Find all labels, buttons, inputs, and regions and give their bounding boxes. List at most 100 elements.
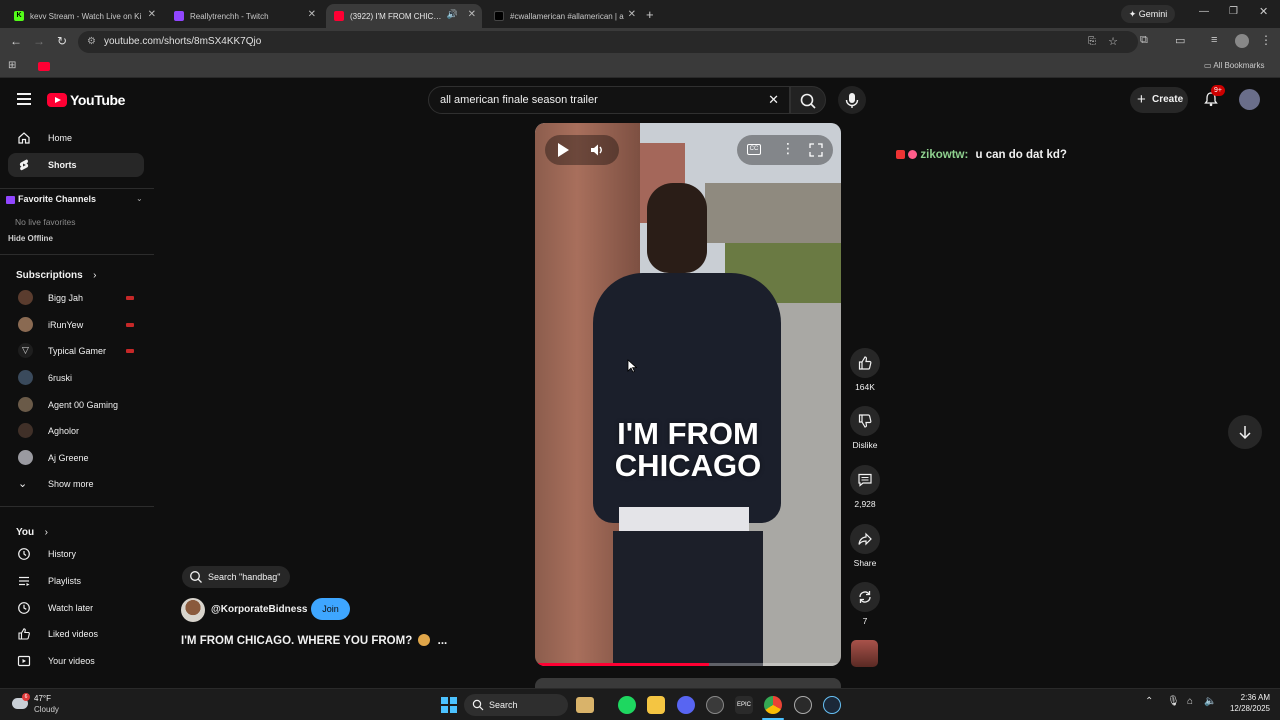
hamburger-menu-icon[interactable] — [17, 93, 31, 105]
hide-offline-toggle[interactable]: Hide Offline — [8, 234, 53, 243]
sound-thumbnail[interactable] — [851, 640, 878, 667]
youtube-play-logo-icon — [47, 93, 67, 107]
sidebar-item-subscription[interactable]: Agent 00 Gaming — [8, 393, 144, 417]
search-input[interactable]: all american finale season trailer ✕ — [428, 86, 790, 114]
remix-count: 7 — [862, 616, 868, 626]
channel-handle[interactable]: @KorporateBidness — [211, 604, 307, 615]
reload-icon[interactable]: ↻ — [57, 34, 67, 48]
back-arrow-icon[interactable]: ← — [10, 34, 22, 48]
youtube-logo[interactable]: YouTube — [47, 92, 125, 108]
browser-tab-twitch[interactable]: Reallytrenchh - Twitch ✕ — [166, 4, 322, 28]
install-app-icon[interactable]: ⎘ — [1088, 31, 1096, 53]
close-window-icon[interactable]: ✕ — [1259, 5, 1268, 18]
weather-widget[interactable]: 6 — [10, 693, 30, 713]
browser-tab-kick[interactable]: K kevv Stream - Watch Live on Ki ✕ — [6, 4, 162, 28]
notifications-button[interactable]: 9+ — [1203, 85, 1225, 107]
dislike-button[interactable]: Dislike — [848, 406, 882, 450]
search-chip[interactable]: Search "handbag" — [182, 566, 291, 588]
sidebar-item-watch-later[interactable]: Watch later — [8, 596, 144, 620]
join-button[interactable]: Join — [311, 598, 350, 620]
network-icon[interactable]: ⌂ — [1187, 696, 1193, 707]
play-icon[interactable] — [558, 143, 569, 157]
captions-icon[interactable]: CC — [747, 144, 761, 155]
windows-start-icon[interactable] — [440, 696, 458, 714]
sidebar-item-subscription[interactable]: ▽ Typical Gamer — [8, 339, 144, 363]
favorite-channels-header[interactable]: Favorite Channels ⌄ — [6, 194, 146, 208]
steam-icon[interactable] — [823, 696, 841, 714]
site-info-icon[interactable]: ⚙ — [87, 31, 96, 53]
extensions-icon[interactable]: ⧉ — [1140, 34, 1148, 47]
gemini-label: Gemini — [1138, 9, 1168, 19]
forward-arrow-icon[interactable]: → — [33, 34, 45, 48]
chevron-down-icon[interactable]: ⌄ — [136, 194, 143, 203]
title-more[interactable]: ... — [438, 635, 448, 647]
next-short-preview[interactable] — [535, 678, 841, 688]
show-more-button[interactable]: ⌄ Show more — [8, 472, 144, 496]
chevron-up-icon[interactable]: ⌃ — [1145, 696, 1153, 707]
sidebar-item-home[interactable]: Home — [8, 126, 144, 150]
progress-track[interactable] — [535, 663, 841, 666]
sidebar-item-subscription[interactable]: Bigg Jah — [8, 286, 144, 310]
file-explorer-icon[interactable] — [647, 696, 665, 714]
url-input[interactable]: ⚙ youtube.com/shorts/8mSX4KK7Qjo ⎘ ☆ — [78, 31, 1138, 53]
sidebar-item-your-videos[interactable]: Your videos — [8, 649, 144, 673]
share-button[interactable]: Share — [848, 524, 882, 568]
search-button[interactable] — [790, 86, 826, 114]
tab-close-icon[interactable]: ✕ — [148, 9, 156, 20]
app-icon[interactable] — [706, 696, 724, 714]
minimize-icon[interactable]: — — [1199, 6, 1209, 17]
subscriptions-header[interactable]: Subscriptions › — [16, 265, 96, 283]
plus-icon: + — [1137, 91, 1146, 108]
sidebar-item-subscription[interactable]: Agholor — [8, 419, 144, 443]
profile-avatar[interactable] — [1235, 34, 1249, 48]
short-video-player[interactable]: I'M FROM CHICAGO CC ⋮ — [535, 123, 841, 666]
all-bookmarks[interactable]: ▭ All Bookmarks — [1204, 61, 1264, 70]
sidebar-item-subscription[interactable]: 6ruski — [8, 366, 144, 390]
you-header[interactable]: You › — [16, 522, 48, 540]
restore-icon[interactable]: ❐ — [1229, 6, 1238, 17]
bookmark-star-icon[interactable]: ☆ — [1108, 31, 1118, 53]
spotify-icon[interactable] — [618, 696, 636, 714]
epic-games-icon[interactable]: EPIC — [735, 696, 753, 714]
create-button[interactable]: + Create — [1130, 87, 1188, 113]
voice-search-button[interactable] — [838, 86, 866, 114]
apps-grid-icon[interactable]: ⊞ — [8, 60, 16, 71]
clear-search-icon[interactable]: ✕ — [768, 87, 779, 113]
sidebar-item-subscription[interactable]: iRunYew — [8, 313, 144, 337]
like-button[interactable]: 164K — [848, 348, 882, 392]
taskbar-search-box[interactable]: Search — [464, 694, 594, 716]
discord-icon[interactable] — [677, 696, 695, 714]
browser-tab-tiktok[interactable]: #cwallamerican #allamerican | a ✕ — [486, 4, 642, 28]
side-panel-icon[interactable]: ▭ — [1175, 34, 1185, 47]
fullscreen-icon[interactable] — [809, 143, 823, 157]
speaker-icon[interactable]: 🔊 — [447, 9, 458, 20]
youtube-logo-text: YouTube — [70, 92, 126, 108]
tab-close-icon[interactable]: ✕ — [468, 9, 476, 20]
sidebar-item-subscription[interactable]: Aj Greene — [8, 446, 144, 470]
sidebar-item-playlists[interactable]: Playlists — [8, 569, 144, 593]
media-controls-icon[interactable]: ≡ — [1211, 34, 1217, 46]
tab-close-icon[interactable]: ✕ — [628, 9, 636, 20]
chrome-icon[interactable] — [764, 696, 782, 714]
microphone-icon[interactable]: 🎙 — [1167, 696, 1180, 707]
clock-date[interactable]: 12/28/2025 — [1222, 704, 1270, 713]
account-avatar[interactable] — [1239, 89, 1260, 110]
app-icon[interactable] — [794, 696, 812, 714]
more-options-icon[interactable]: ⋮ — [781, 140, 795, 157]
new-tab-icon[interactable]: + — [646, 7, 654, 22]
volume-icon[interactable]: 🔈 — [1204, 696, 1216, 707]
sidebar-item-liked-videos[interactable]: Liked videos — [8, 622, 144, 646]
comments-button[interactable]: 2,928 — [848, 465, 882, 509]
next-short-button[interactable] — [1228, 415, 1262, 449]
remix-button[interactable]: 7 — [848, 582, 882, 626]
channel-avatar[interactable] — [181, 598, 205, 622]
gemini-button[interactable]: ✦ Gemini — [1121, 5, 1175, 23]
youtube-bookmark-icon[interactable] — [38, 62, 50, 71]
tab-close-icon[interactable]: ✕ — [308, 9, 316, 20]
sidebar-item-history[interactable]: History — [8, 542, 144, 566]
volume-icon[interactable] — [589, 142, 605, 158]
browser-tab-youtube[interactable]: (3922) I'M FROM CHICAGO 🔊 ✕ — [326, 4, 482, 28]
clock-time[interactable]: 2:36 AM — [1224, 693, 1270, 702]
browser-menu-icon[interactable]: ⋮ — [1260, 33, 1272, 47]
sidebar-item-shorts[interactable]: Shorts — [8, 153, 144, 177]
